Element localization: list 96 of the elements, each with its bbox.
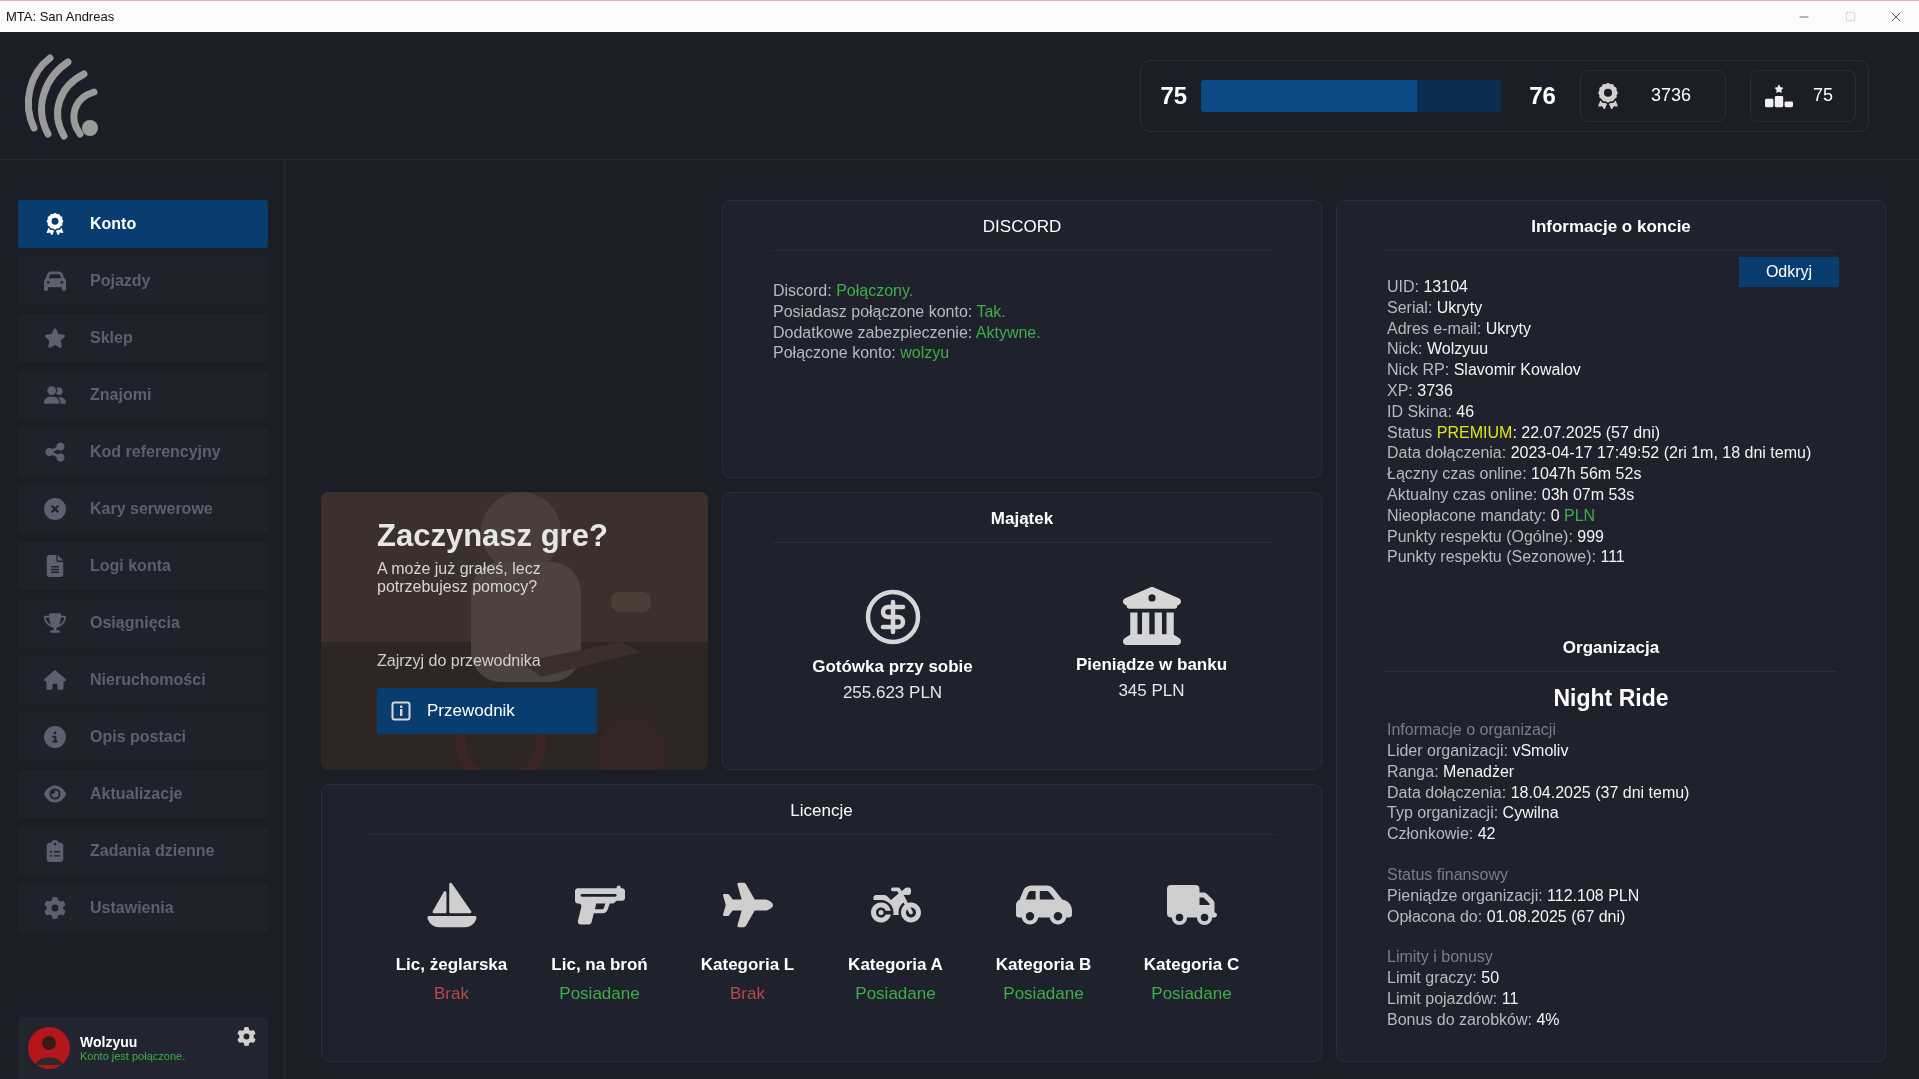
sidebar-item[interactable]: Konto bbox=[18, 200, 268, 248]
rank-badge: 75 bbox=[1749, 69, 1856, 122]
current-level: 75 bbox=[1160, 81, 1188, 110]
account-info-line: Status PREMIUM: 22.07.2025 (57 dni) bbox=[1387, 422, 1662, 443]
sidebar-item[interactable]: Nieruchomości bbox=[18, 656, 268, 704]
license-name: Kategoria A bbox=[848, 955, 943, 975]
bank-icon bbox=[1122, 587, 1181, 645]
discord-info-line: Dodatkowe zabezpieczenie: Aktywne. bbox=[773, 322, 1041, 343]
organization-name: Night Ride bbox=[1553, 685, 1669, 713]
account-info-line: Serial: Ukryty bbox=[1387, 297, 1484, 318]
organization-info-line: Członkowie: 42 bbox=[1387, 824, 1497, 845]
card-title: Informacje o koncie bbox=[1386, 217, 1836, 251]
account-info-line: Aktualny czas online: 03h 07m 53s bbox=[1387, 484, 1636, 505]
sailboat-icon bbox=[426, 880, 477, 930]
sidebar-item[interactable]: Ustawienia bbox=[18, 884, 268, 932]
asset-label: Pieniądze w banku bbox=[1075, 655, 1228, 675]
settings-icon[interactable] bbox=[237, 1027, 256, 1046]
license-name: Lic, żeglarska bbox=[395, 955, 508, 975]
info-icon bbox=[44, 726, 66, 748]
house-icon bbox=[44, 669, 66, 691]
sidebar-item[interactable]: Logi konta bbox=[18, 542, 268, 590]
license-status: Brak bbox=[730, 984, 765, 1004]
account-info-line: Data dołączenia: 2023-04-17 17:49:52 (2ri 1m, 18 dni temu) bbox=[1387, 443, 1812, 464]
award-icon bbox=[44, 213, 66, 235]
discord-info-line: Posiadasz połączone konto: Tak. bbox=[773, 301, 1007, 322]
user-name: Wolzyuu bbox=[80, 1034, 139, 1050]
guide-button[interactable]: Przewodnik bbox=[377, 688, 597, 734]
license-name: Lic, na broń bbox=[551, 955, 648, 975]
guide-hint: Zajrzyj do przewodnika bbox=[377, 652, 542, 670]
organization-info-line: Lider organizacji: vSmoliv bbox=[1387, 740, 1570, 761]
window-title: MTA: San Andreas bbox=[5, 9, 115, 24]
section-title: Organizacja bbox=[1386, 638, 1836, 673]
star-icon bbox=[44, 327, 66, 349]
license-name: Kategoria L bbox=[700, 955, 795, 975]
card-title: DISCORD bbox=[772, 217, 1272, 251]
sidebar-item[interactable]: Sklep bbox=[18, 314, 268, 362]
organization-info-line: Typ organizacji: Cywilna bbox=[1387, 803, 1560, 824]
license-status: Posiadane bbox=[855, 984, 936, 1004]
asset-label: Gotówka przy sobie bbox=[812, 657, 973, 677]
airplane-icon bbox=[722, 880, 773, 930]
clipboard-icon bbox=[44, 840, 66, 862]
account-info-line: UID: 13104 bbox=[1387, 277, 1469, 297]
account-info-line: ID Skina: 46 bbox=[1387, 401, 1476, 422]
sidebar-item[interactable]: Osiągnięcia bbox=[18, 599, 268, 647]
asset-value: 255.623 PLN bbox=[842, 683, 943, 703]
discord-info-line: Discord: Połączony. bbox=[773, 281, 915, 301]
guide-title: Zaczynasz gre? bbox=[377, 518, 609, 554]
users-icon bbox=[44, 384, 66, 406]
group-heading: Limity i bonusy bbox=[1387, 947, 1494, 968]
xp-badge: 3736 bbox=[1579, 69, 1726, 122]
sidebar-item[interactable]: Pojazdy bbox=[18, 257, 268, 305]
avatar bbox=[28, 1027, 70, 1069]
license-status: Posiadane bbox=[559, 984, 640, 1004]
settings-icon bbox=[44, 897, 66, 919]
next-level: 76 bbox=[1529, 81, 1556, 110]
organization-info-line: Pieniądze organizacji: 112.108 PLN bbox=[1387, 885, 1641, 906]
account-info-line: Nick RP: Slavomir Kowalov bbox=[1387, 360, 1582, 381]
group-heading: Informacje o organizacji bbox=[1387, 720, 1557, 741]
asset-value: 345 PLN bbox=[1118, 681, 1185, 701]
license-name: Kategoria B bbox=[995, 955, 1092, 975]
connection-status: Konto jest połączone. bbox=[80, 1050, 187, 1062]
sidebar-item[interactable]: Kary serwerowe bbox=[18, 485, 268, 533]
organization-info-line: Opłacona do: 01.08.2025 (67 dni) bbox=[1387, 906, 1627, 927]
card-title: Majątek bbox=[772, 509, 1272, 543]
license-name: Kategoria C bbox=[1143, 955, 1240, 975]
account-info-line: Punkty respektu (Ogólne): 999 bbox=[1387, 526, 1605, 547]
account-info-line: Nick: Wolzyuu bbox=[1387, 339, 1490, 360]
reveal-button[interactable]: Odkryj bbox=[1739, 257, 1839, 287]
organization-info-line: Limit pojazdów: 11 bbox=[1387, 988, 1520, 1009]
account-info-line: Adres e-mail: Ukryty bbox=[1387, 318, 1533, 339]
sidebar-item[interactable]: Aktualizacje bbox=[18, 770, 268, 818]
organization-info-line: Bonus do zarobków: 4% bbox=[1387, 1009, 1561, 1030]
sidebar-item[interactable]: Opis postaci bbox=[18, 713, 268, 761]
car-icon bbox=[44, 270, 66, 292]
account-info-line: Nieopłacone mandaty: 0 PLN bbox=[1387, 505, 1597, 526]
guide-subtitle: A może już grałeś, lecz potrzebujesz pomocy? bbox=[377, 560, 542, 596]
organization-info-line: Data dołączenia: 18.04.2025 (37 dni temu) bbox=[1387, 782, 1690, 803]
organization-info-line: Limit graczy: 50 bbox=[1387, 968, 1501, 989]
document-icon bbox=[44, 555, 66, 577]
sidebar-item[interactable]: Zadania dzienne bbox=[18, 827, 268, 875]
trophy-icon bbox=[44, 612, 66, 634]
group-heading: Status finansowy bbox=[1387, 864, 1509, 885]
sidebar-item[interactable]: Znajomi bbox=[18, 371, 268, 419]
discord-info-line: Połączone konto: wolzyu bbox=[773, 343, 951, 364]
share-icon bbox=[44, 441, 66, 463]
sidebar-item[interactable]: Kod referencyjny bbox=[18, 428, 268, 476]
eye-icon bbox=[44, 783, 66, 805]
card-title: Licencje bbox=[366, 801, 1277, 835]
license-status: Posiadane bbox=[1151, 984, 1232, 1004]
info-icon bbox=[391, 701, 411, 721]
organization-info-line: Ranga: Menadżer bbox=[1387, 761, 1516, 782]
account-info-line: Punkty respektu (Sezonowe): 111 bbox=[1387, 547, 1626, 568]
account-info-line: Łączny czas online: 1047h 56m 52s bbox=[1387, 464, 1643, 485]
account-info-line: XP: 3736 bbox=[1387, 381, 1454, 401]
license-status: Posiadane bbox=[1003, 984, 1084, 1004]
license-status: Brak bbox=[434, 984, 469, 1004]
